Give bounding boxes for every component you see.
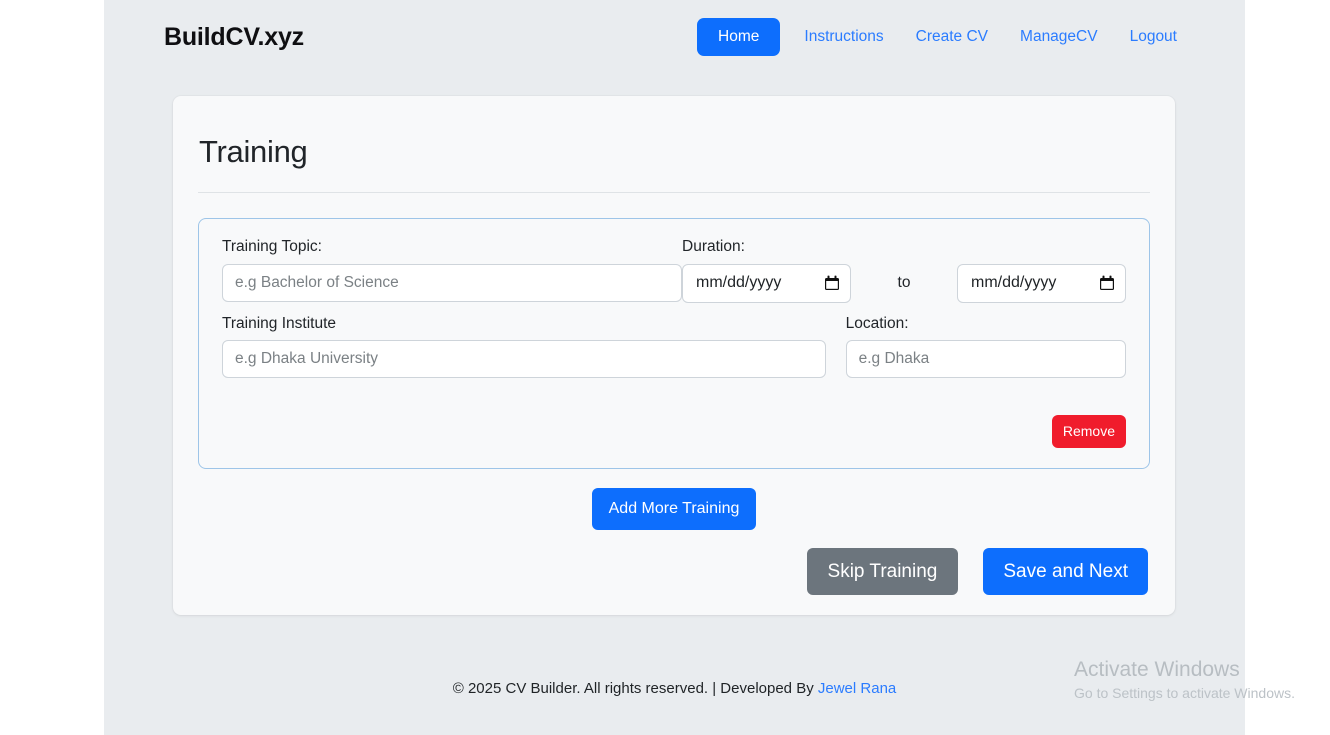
location-group: Location: bbox=[846, 315, 1126, 379]
remove-button-wrap: Remove bbox=[1052, 415, 1126, 448]
add-more-training-button[interactable]: Add More Training bbox=[592, 488, 757, 530]
brand-logo[interactable]: BuildCV.xyz bbox=[164, 23, 304, 52]
duration-label: Duration: bbox=[682, 238, 1126, 257]
duration-start-value: mm/dd/yyyy bbox=[696, 274, 824, 292]
nav-link-logout[interactable]: Logout bbox=[1114, 20, 1193, 54]
duration-end-value: mm/dd/yyyy bbox=[971, 274, 1099, 292]
windows-activation-watermark: Activate Windows Go to Settings to activ… bbox=[1074, 657, 1324, 701]
browser-viewport: BuildCV.xyz Home Instructions Create CV … bbox=[0, 0, 1330, 735]
training-topic-label: Training Topic: bbox=[222, 238, 682, 257]
location-label: Location: bbox=[846, 315, 1126, 334]
footer-copyright: © 2025 CV Builder. All rights reserved. … bbox=[453, 680, 814, 697]
save-and-next-button[interactable]: Save and Next bbox=[983, 548, 1148, 595]
training-topic-input[interactable] bbox=[222, 264, 682, 302]
watermark-subtitle: Go to Settings to activate Windows. bbox=[1074, 685, 1324, 701]
training-institute-input[interactable] bbox=[222, 340, 826, 378]
footer-developer-link[interactable]: Jewel Rana bbox=[818, 680, 896, 697]
training-institute-label: Training Institute bbox=[222, 315, 826, 334]
nav-link-managecv[interactable]: ManageCV bbox=[1004, 20, 1114, 54]
calendar-icon[interactable] bbox=[824, 275, 840, 292]
page-title: Training bbox=[198, 134, 1150, 170]
add-more-wrap: Add More Training bbox=[198, 488, 1150, 530]
page-body: BuildCV.xyz Home Instructions Create CV … bbox=[104, 0, 1245, 735]
entry-row-2: Training Institute Location: bbox=[222, 315, 1126, 379]
training-entry-box: Training Topic: Duration: mm/dd/yyyy bbox=[198, 218, 1150, 469]
duration-end-input[interactable]: mm/dd/yyyy bbox=[957, 264, 1126, 303]
location-input[interactable] bbox=[846, 340, 1126, 378]
form-actions: Skip Training Save and Next bbox=[198, 548, 1150, 595]
navbar: BuildCV.xyz Home Instructions Create CV … bbox=[104, 0, 1245, 74]
nav-link-create-cv[interactable]: Create CV bbox=[900, 20, 1004, 54]
entry-row-1: Training Topic: Duration: mm/dd/yyyy bbox=[222, 238, 1126, 303]
watermark-title: Activate Windows bbox=[1074, 657, 1324, 682]
nav-links: Home Instructions Create CV ManageCV Log… bbox=[697, 18, 1193, 56]
calendar-icon[interactable] bbox=[1099, 275, 1115, 292]
skip-training-button[interactable]: Skip Training bbox=[807, 548, 959, 595]
duration-start-input[interactable]: mm/dd/yyyy bbox=[682, 264, 851, 303]
training-topic-group: Training Topic: bbox=[222, 238, 682, 302]
nav-link-instructions[interactable]: Instructions bbox=[788, 20, 899, 54]
training-institute-group: Training Institute bbox=[222, 315, 826, 379]
remove-button[interactable]: Remove bbox=[1052, 415, 1126, 448]
nav-link-home[interactable]: Home bbox=[697, 18, 780, 56]
title-divider bbox=[198, 192, 1150, 193]
duration-fields: mm/dd/yyyy to bbox=[682, 264, 1126, 303]
training-card: Training Training Topic: Duration: mm/dd… bbox=[173, 96, 1175, 615]
duration-separator: to bbox=[851, 274, 957, 292]
duration-group: Duration: mm/dd/yyyy bbox=[682, 238, 1126, 303]
